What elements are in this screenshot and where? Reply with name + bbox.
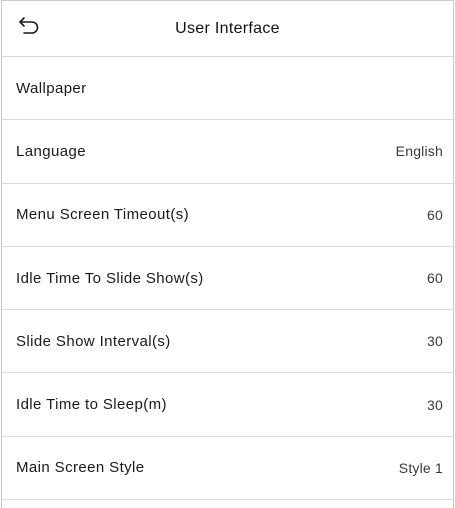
menu-item-idle-time-to-sleep[interactable]: Idle Time to Sleep(m) 30	[2, 373, 453, 437]
menu-item-label: Main Screen Style	[16, 459, 145, 477]
menu-item-menu-screen-timeout[interactable]: Menu Screen Timeout(s) 60	[2, 184, 453, 247]
settings-list: Wallpaper Language English Menu Screen T…	[2, 57, 453, 501]
menu-item-idle-time-to-slide-show[interactable]: Idle Time To Slide Show(s) 60	[2, 247, 453, 311]
user-interface-screen: User Interface Wallpaper Language Englis…	[1, 0, 454, 508]
menu-item-label: Wallpaper	[16, 79, 87, 97]
menu-item-wallpaper[interactable]: Wallpaper	[2, 57, 453, 121]
menu-item-value: 60	[427, 206, 443, 223]
menu-item-value: 30	[427, 333, 443, 350]
menu-item-label: Menu Screen Timeout(s)	[16, 206, 190, 224]
menu-item-language[interactable]: Language English	[2, 120, 453, 184]
menu-item-label: Idle Time To Slide Show(s)	[16, 269, 204, 287]
menu-item-value: Style 1	[398, 459, 443, 476]
menu-item-label: Language	[16, 142, 86, 160]
page-title: User Interface	[175, 20, 280, 37]
menu-item-label: Slide Show Interval(s)	[16, 332, 171, 350]
header-bar: User Interface	[2, 1, 453, 57]
menu-item-value: 60	[427, 270, 443, 287]
menu-item-main-screen-style[interactable]: Main Screen Style Style 1	[2, 437, 453, 501]
menu-item-label: Idle Time to Sleep(m)	[16, 396, 167, 414]
menu-item-slide-show-interval[interactable]: Slide Show Interval(s) 30	[2, 310, 453, 374]
menu-item-value: 30	[427, 396, 443, 413]
menu-item-value: English	[395, 143, 443, 160]
